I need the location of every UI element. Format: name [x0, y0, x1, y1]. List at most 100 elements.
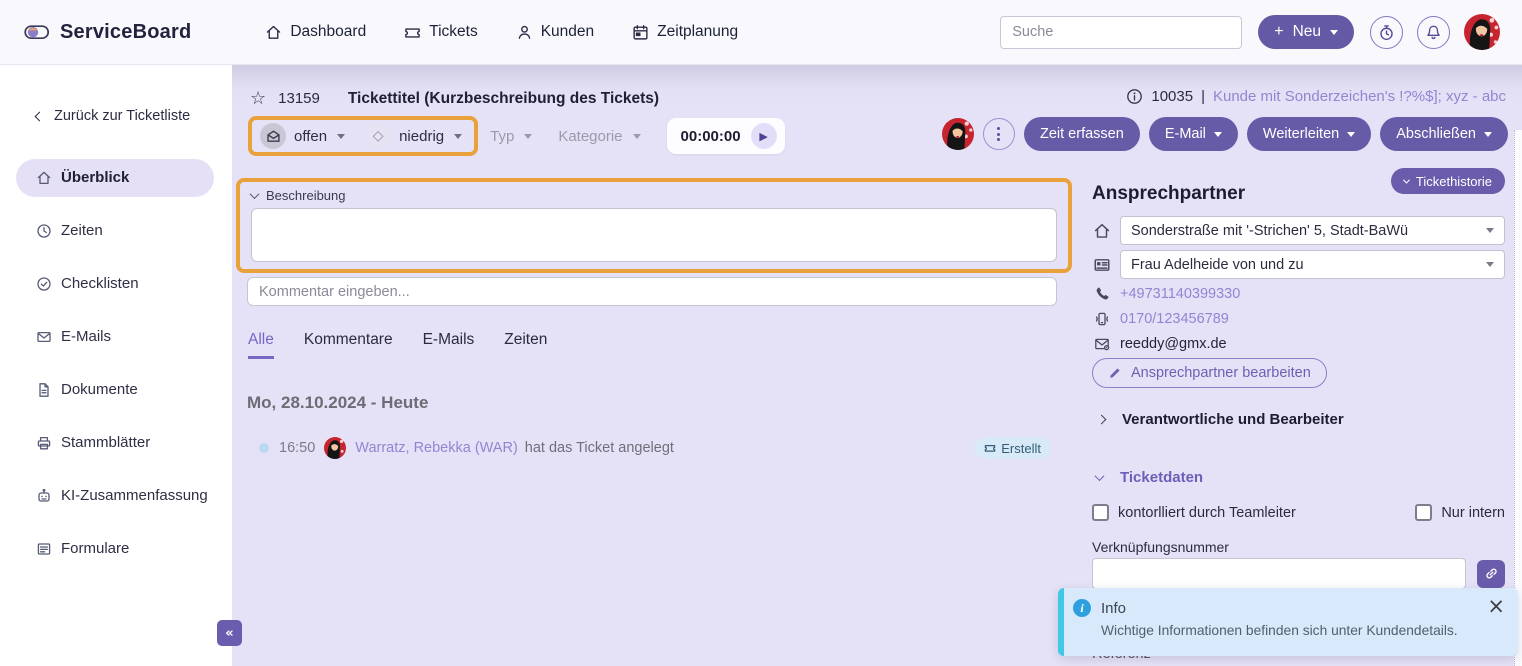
nur-intern-checkbox[interactable] — [1415, 504, 1432, 521]
link-button[interactable] — [1477, 560, 1505, 588]
app-logo[interactable]: ServiceBoard — [24, 21, 191, 44]
notifications-button[interactable] — [1417, 16, 1450, 49]
customer-id: 10035 — [1151, 88, 1193, 105]
checkbox-intern-group: Nur intern — [1415, 504, 1505, 521]
sidebar-item-checklisten[interactable]: Checklisten — [0, 257, 232, 310]
checkbox-label: Nur intern — [1441, 505, 1505, 521]
nav-dashboard[interactable]: Dashboard — [265, 23, 366, 41]
home-icon — [265, 24, 282, 41]
link-number-label: Verknüpfungsnummer — [1092, 539, 1229, 555]
assignee-avatar[interactable] — [942, 118, 974, 150]
description-textarea[interactable] — [251, 208, 1057, 262]
info-icon[interactable] — [1126, 88, 1143, 105]
scrollbar[interactable] — [1514, 130, 1522, 666]
type-dropdown[interactable]: Typ — [490, 128, 532, 145]
plus-icon: + — [1274, 23, 1283, 41]
back-to-ticketlist[interactable]: Zurück zur Ticketliste — [36, 108, 232, 124]
contact-heading: Ansprechpartner — [1092, 183, 1245, 205]
tab-zeiten[interactable]: Zeiten — [504, 331, 547, 359]
phone-link[interactable]: +49731140399330 — [1120, 286, 1240, 302]
sidebar-item-zeiten[interactable]: Zeiten — [0, 204, 232, 257]
ticket-icon — [404, 24, 421, 41]
nav-zeitplanung[interactable]: Zeitplanung — [632, 23, 738, 41]
address-select[interactable]: Sonderstraße mit '-Strichen' 5, Stadt-Ba… — [1120, 216, 1505, 245]
description-section: Beschreibung — [236, 178, 1072, 273]
search-input[interactable] — [1000, 16, 1242, 49]
sidebar-item-formulare[interactable]: Formulare — [0, 522, 232, 575]
more-actions-button[interactable] — [983, 118, 1015, 150]
user-avatar[interactable] — [1464, 14, 1500, 50]
chevron-down-icon — [633, 134, 641, 139]
nav-label: Zeitplanung — [657, 23, 738, 41]
mobile-link[interactable]: 0170/123456789 — [1120, 311, 1229, 327]
sidebar-item-label: Formulare — [61, 540, 129, 557]
sidebar-item-stammblaetter[interactable]: Stammblätter — [0, 416, 232, 469]
button-label: Weiterleiten — [1263, 126, 1339, 142]
top-bar: ServiceBoard Dashboard Tickets Kunden Ze… — [0, 0, 1522, 65]
timeline-dot — [259, 443, 269, 453]
sidebar-item-label: Zeiten — [61, 222, 103, 239]
sidebar-item-dokumente[interactable]: Dokumente — [0, 363, 232, 416]
address-value: Sonderstraße mit '-Strichen' 5, Stadt-Ba… — [1131, 223, 1408, 239]
sidebar-menu: Überblick Zeiten Checklisten E-Mails Dok… — [0, 151, 232, 575]
close-ticket-button[interactable]: Abschließen — [1380, 117, 1508, 151]
nav-tickets[interactable]: Tickets — [404, 23, 478, 41]
play-button[interactable]: ▶ — [751, 123, 777, 149]
status-value: offen — [294, 128, 327, 145]
envelope-open-icon — [260, 123, 286, 149]
button-label: Tickethistorie — [1416, 174, 1492, 189]
edit-contact-button[interactable]: Ansprechpartner bearbeiten — [1092, 358, 1327, 388]
category-dropdown[interactable]: Kategorie — [558, 128, 640, 145]
home-icon — [1092, 222, 1112, 240]
entry-user-link[interactable]: Warratz, Rebekka (WAR) — [355, 440, 517, 456]
description-label: Beschreibung — [266, 188, 346, 203]
comment-input[interactable] — [247, 277, 1057, 306]
priority-dropdown[interactable]: ◇ niedrig — [365, 123, 462, 149]
clock-icon — [36, 223, 52, 239]
button-label: E-Mail — [1165, 126, 1206, 142]
link-number-input[interactable] — [1092, 558, 1466, 589]
customer-link[interactable]: Kunde mit Sonderzeichen's !?%$]; xyz - a… — [1213, 88, 1506, 105]
customer-separator: | — [1201, 88, 1205, 105]
entry-badge: Erstellt — [974, 437, 1051, 459]
logo-icon — [24, 22, 50, 42]
main-content: ☆ 13159 Tickettitel (Kurzbeschreibung de… — [232, 65, 1522, 666]
sidebar-item-emails[interactable]: E-Mails — [0, 310, 232, 363]
sidebar-item-ueberblick[interactable]: Überblick — [16, 159, 214, 197]
sidebar-item-label: KI-Zusammenfassung — [61, 487, 208, 504]
category-label: Kategorie — [558, 128, 622, 145]
sidebar-item-label: Stammblätter — [61, 434, 150, 451]
teamleiter-checkbox[interactable] — [1092, 504, 1109, 521]
sidebar-item-label: Überblick — [61, 169, 129, 186]
new-button[interactable]: + Neu — [1258, 15, 1354, 49]
section-label: Verantwortliche und Bearbeiter — [1122, 411, 1344, 428]
info-icon: i — [1073, 599, 1091, 617]
contact-person-select[interactable]: Frau Adelheide von und zu — [1120, 250, 1505, 279]
record-time-button[interactable]: Zeit erfassen — [1024, 117, 1140, 151]
close-icon[interactable]: × — [1487, 596, 1505, 617]
ticketdata-section-toggle[interactable]: Ticketdaten — [1096, 469, 1203, 486]
sidebar-item-ki-zusammenfassung[interactable]: KI-Zusammenfassung — [0, 469, 232, 522]
chevron-down-icon — [250, 189, 260, 199]
nav-kunden[interactable]: Kunden — [516, 23, 594, 41]
email-button[interactable]: E-Mail — [1149, 117, 1238, 151]
description-toggle[interactable]: Beschreibung — [251, 188, 1057, 203]
tab-alle[interactable]: Alle — [248, 331, 274, 359]
ticket-history-button[interactable]: Tickethistorie — [1391, 168, 1505, 194]
favorite-star-icon[interactable]: ☆ — [250, 88, 266, 109]
status-dropdown[interactable]: offen — [260, 123, 345, 149]
sidebar-collapse-button[interactable]: « — [217, 620, 242, 646]
email-value[interactable]: reeddy@gmx.de — [1120, 336, 1227, 352]
tab-emails[interactable]: E-Mails — [423, 331, 475, 359]
back-label: Zurück zur Ticketliste — [54, 108, 190, 124]
type-label: Typ — [490, 128, 514, 145]
tab-kommentare[interactable]: Kommentare — [304, 331, 393, 359]
person-icon — [516, 24, 533, 41]
checkbox-label: kontorlliert durch Teamleiter — [1118, 505, 1296, 521]
forward-button[interactable]: Weiterleiten — [1247, 117, 1371, 151]
chevron-down-icon — [1484, 132, 1492, 137]
nav-label: Dashboard — [290, 23, 366, 41]
timer-quick-button[interactable] — [1370, 16, 1403, 49]
priority-value: niedrig — [399, 128, 444, 145]
responsible-section-toggle[interactable]: Verantwortliche und Bearbeiter — [1098, 411, 1344, 428]
